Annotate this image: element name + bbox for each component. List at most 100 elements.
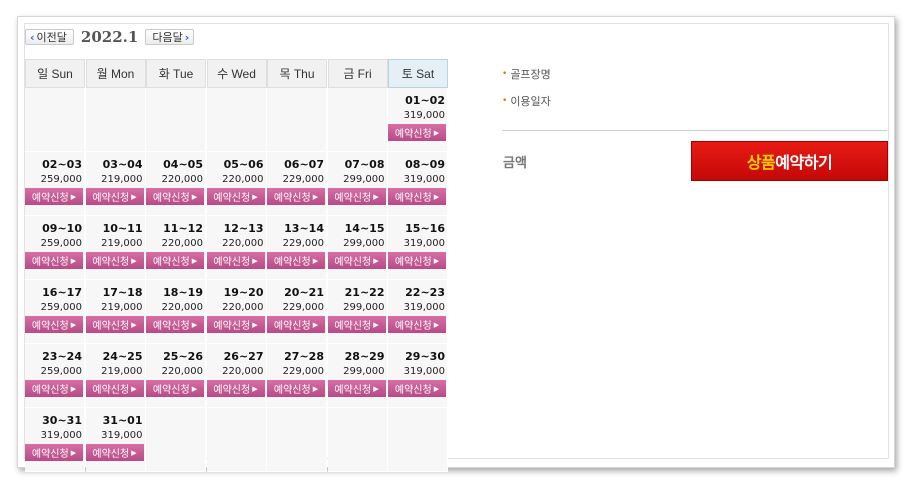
calendar-day: 05~06 220,000 예약신청 ▶ [206,152,267,216]
book-request-label: 예약신청 [273,385,311,396]
book-request-button[interactable]: 예약신청 ▶ [327,380,386,397]
book-request-label: 예약신청 [394,193,432,204]
book-request-button[interactable]: 예약신청 ▶ [327,188,386,205]
stay-price: 220,000 [161,174,203,185]
stay-price: 219,000 [101,302,143,313]
stay-range: 25~26 [163,350,203,363]
golf-course-label: 골프장명 [510,68,551,81]
book-request-button[interactable]: 예약신청 ▶ [146,316,204,333]
calendar-day-empty [267,408,327,472]
calendar-day: 01~02 319,000 예약신청 ▶ [388,88,448,152]
book-request-button[interactable]: 예약신청 ▶ [25,316,83,333]
weekday-sat: 토 Sat [388,59,448,88]
book-request-button[interactable]: 예약신청 ▶ [206,316,265,333]
book-request-button[interactable]: 예약신청 ▶ [388,252,446,269]
calendar: 일 Sun 월 Mon 화 Tue 수 Wed 목 Thu 금 Fri 토 Sa… [25,59,448,472]
stay-price: 319,000 [403,366,445,377]
book-request-label: 예약신청 [31,193,69,204]
stay-price: 220,000 [222,174,264,185]
play-arrow-icon: ▶ [373,384,379,393]
book-request-button[interactable]: 예약신청 ▶ [267,316,325,333]
play-arrow-icon: ▶ [70,192,77,201]
stay-range: 04~05 [163,158,203,171]
month-navigation: ‹ 이전달 2022.1 다음달 › [25,27,195,47]
play-arrow-icon: ▶ [433,256,440,265]
play-arrow-icon: ▶ [373,320,379,329]
book-request-button[interactable]: 예약신청 ▶ [85,252,144,269]
play-arrow-icon: ▶ [191,192,198,201]
play-arrow-icon: ▶ [131,384,137,393]
book-request-button[interactable]: 예약신청 ▶ [85,188,144,205]
book-request-button[interactable]: 예약신청 ▶ [25,444,83,461]
book-request-button[interactable]: 예약신청 ▶ [25,252,83,269]
reserve-product-button[interactable]: 상품 예약하기 [691,141,888,181]
book-request-button[interactable]: 예약신청 ▶ [146,380,204,397]
book-request-button[interactable]: 예약신청 ▶ [267,188,325,205]
stay-price: 229,000 [282,174,324,185]
booking-info: • 골프장명 • 이용일자 [502,66,551,120]
stay-price: 319,000 [403,302,445,313]
calendar-day: 10~11 219,000 예약신청 ▶ [85,216,146,280]
book-request-button[interactable]: 예약신청 ▶ [388,188,446,205]
book-request-button[interactable]: 예약신청 ▶ [267,380,325,397]
calendar-day-empty [146,88,206,152]
reserve-label-action: 예약하기 [775,153,833,172]
calendar-day: 26~27 220,000 예약신청 ▶ [206,344,267,408]
bullet-icon: • [502,69,508,79]
calendar-day: 20~21 229,000 예약신청 ▶ [267,280,327,344]
book-request-button[interactable]: 예약신청 ▶ [388,316,446,333]
book-request-label: 예약신청 [31,257,69,268]
chevron-left-icon: ‹ [30,30,35,44]
info-divider [502,130,887,131]
play-arrow-icon: ▶ [433,384,440,393]
next-month-button[interactable]: 다음달 › [145,29,195,45]
book-request-button[interactable]: 예약신청 ▶ [85,380,144,397]
calendar-day: 28~29 299,000 예약신청 ▶ [327,344,388,408]
weekday-fri: 금 Fri [327,59,388,88]
book-request-label: 예약신청 [152,257,190,268]
play-arrow-icon: ▶ [191,384,198,393]
book-request-button[interactable]: 예약신청 ▶ [327,316,386,333]
book-request-label: 예약신청 [92,385,130,396]
stay-price: 229,000 [282,238,324,249]
book-request-button[interactable]: 예약신청 ▶ [146,188,204,205]
book-request-label: 예약신청 [273,257,311,268]
stay-range: 12~13 [223,222,264,235]
play-arrow-icon: ▶ [433,192,440,201]
stay-range: 24~25 [102,350,143,363]
book-request-button[interactable]: 예약신청 ▶ [25,188,83,205]
book-request-button[interactable]: 예약신청 ▶ [206,252,265,269]
book-request-label: 예약신청 [334,193,372,204]
calendar-week: 23~24 259,000 예약신청 ▶ 24~25 219,000 예약신청 ▶ 25~26 2… [25,344,448,408]
stay-price: 219,000 [101,366,143,377]
stay-range: 01~02 [405,94,445,107]
weekday-thu: 목 Thu [267,59,327,88]
book-request-label: 예약신청 [31,321,69,332]
book-request-button[interactable]: 예약신청 ▶ [206,380,265,397]
book-request-button[interactable]: 예약신청 ▶ [327,252,386,269]
stay-price: 229,000 [282,366,324,377]
play-arrow-icon: ▶ [70,256,77,265]
play-arrow-icon: ▶ [373,192,379,201]
stay-range: 18~19 [163,286,203,299]
prev-month-button[interactable]: ‹ 이전달 [25,29,74,45]
book-request-button[interactable]: 예약신청 ▶ [25,380,83,397]
stay-range: 26~27 [223,350,264,363]
play-arrow-icon: ▶ [312,320,319,329]
book-request-button[interactable]: 예약신청 ▶ [388,124,446,141]
book-request-button[interactable]: 예약신청 ▶ [267,252,325,269]
weekday-wed: 수 Wed [206,59,267,88]
book-request-button[interactable]: 예약신청 ▶ [85,444,144,461]
book-request-button[interactable]: 예약신청 ▶ [206,188,265,205]
calendar-week: 02~03 259,000 예약신청 ▶ 03~04 219,000 예약신청 ▶ 04~05 2… [25,152,448,216]
play-arrow-icon: ▶ [70,320,77,329]
play-arrow-icon: ▶ [131,192,137,201]
stay-price: 319,000 [403,110,445,121]
stay-price: 259,000 [40,238,82,249]
book-request-button[interactable]: 예약신청 ▶ [85,316,144,333]
reserve-label-product: 상품 [746,153,776,172]
book-request-button[interactable]: 예약신청 ▶ [388,380,446,397]
calendar-day: 11~12 220,000 예약신청 ▶ [146,216,206,280]
stay-range: 08~09 [405,158,445,171]
book-request-button[interactable]: 예약신청 ▶ [146,252,204,269]
